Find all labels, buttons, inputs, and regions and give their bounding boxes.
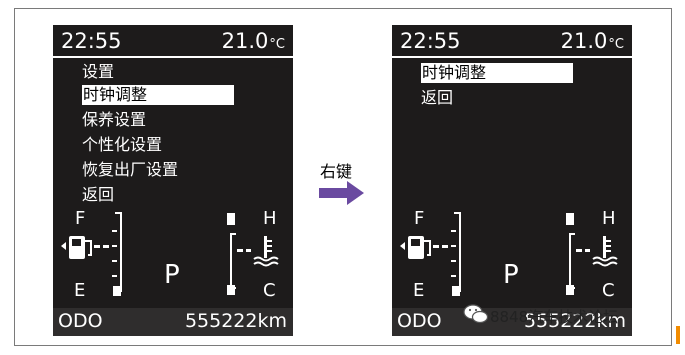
menu-item-factory-reset[interactable]: 恢复出厂设置 bbox=[82, 160, 178, 180]
fuel-gauge bbox=[400, 212, 461, 296]
fuel-pump-icon bbox=[400, 236, 431, 259]
menu-item-maintenance[interactable]: 保养设置 bbox=[82, 110, 146, 130]
odometer-label: ODO bbox=[397, 310, 442, 332]
outside-temperature: 21.0°C bbox=[222, 29, 285, 53]
clock-time: 22:55 bbox=[61, 29, 122, 53]
fuel-gauge bbox=[61, 212, 122, 296]
transition-label: 右键 bbox=[320, 162, 353, 181]
coolant-temperature-icon bbox=[592, 236, 618, 267]
gear-indicator: P bbox=[503, 260, 519, 290]
cluster-screen-right: 22:55 21.0°C 时钟调整 返回 F E P H C ODO 55522… bbox=[392, 25, 632, 336]
header-divider bbox=[53, 56, 293, 58]
temperature-unit: °C bbox=[608, 37, 624, 52]
coolant-gauge bbox=[566, 213, 618, 295]
menu-title-settings: 设置 bbox=[82, 62, 115, 81]
odometer-value: 555222km bbox=[184, 310, 287, 332]
menu-item-personalization[interactable]: 个性化设置 bbox=[82, 135, 162, 155]
menu-item-clock-adjust[interactable]: 时钟调整 bbox=[421, 63, 573, 83]
gear-indicator: P bbox=[164, 260, 180, 290]
temperature-unit: °C bbox=[269, 37, 285, 52]
outside-temperature: 21.0°C bbox=[561, 29, 624, 53]
edge-marker bbox=[676, 326, 680, 344]
fuel-pump-icon bbox=[61, 236, 92, 259]
temperature-value: 21.0 bbox=[560, 29, 608, 53]
watermark-text: 8848汽车技术论坛 bbox=[490, 308, 619, 326]
coolant-temperature-icon bbox=[253, 236, 279, 267]
temperature-value: 21.0 bbox=[221, 29, 269, 53]
coolant-gauge bbox=[227, 213, 279, 295]
cluster-screen-left: 22:55 21.0°C 设置 时钟调整 保养设置 个性化设置 恢复出厂设置 返… bbox=[53, 25, 293, 336]
header-divider bbox=[392, 56, 632, 58]
odometer-label: ODO bbox=[58, 310, 103, 332]
menu-item-back[interactable]: 返回 bbox=[421, 88, 453, 108]
menu-item-back[interactable]: 返回 bbox=[82, 185, 114, 205]
wechat-icon bbox=[463, 304, 489, 324]
clock-time: 22:55 bbox=[400, 29, 461, 53]
right-arrow-icon bbox=[319, 181, 364, 205]
menu-item-clock-adjust[interactable]: 时钟调整 bbox=[82, 85, 234, 105]
